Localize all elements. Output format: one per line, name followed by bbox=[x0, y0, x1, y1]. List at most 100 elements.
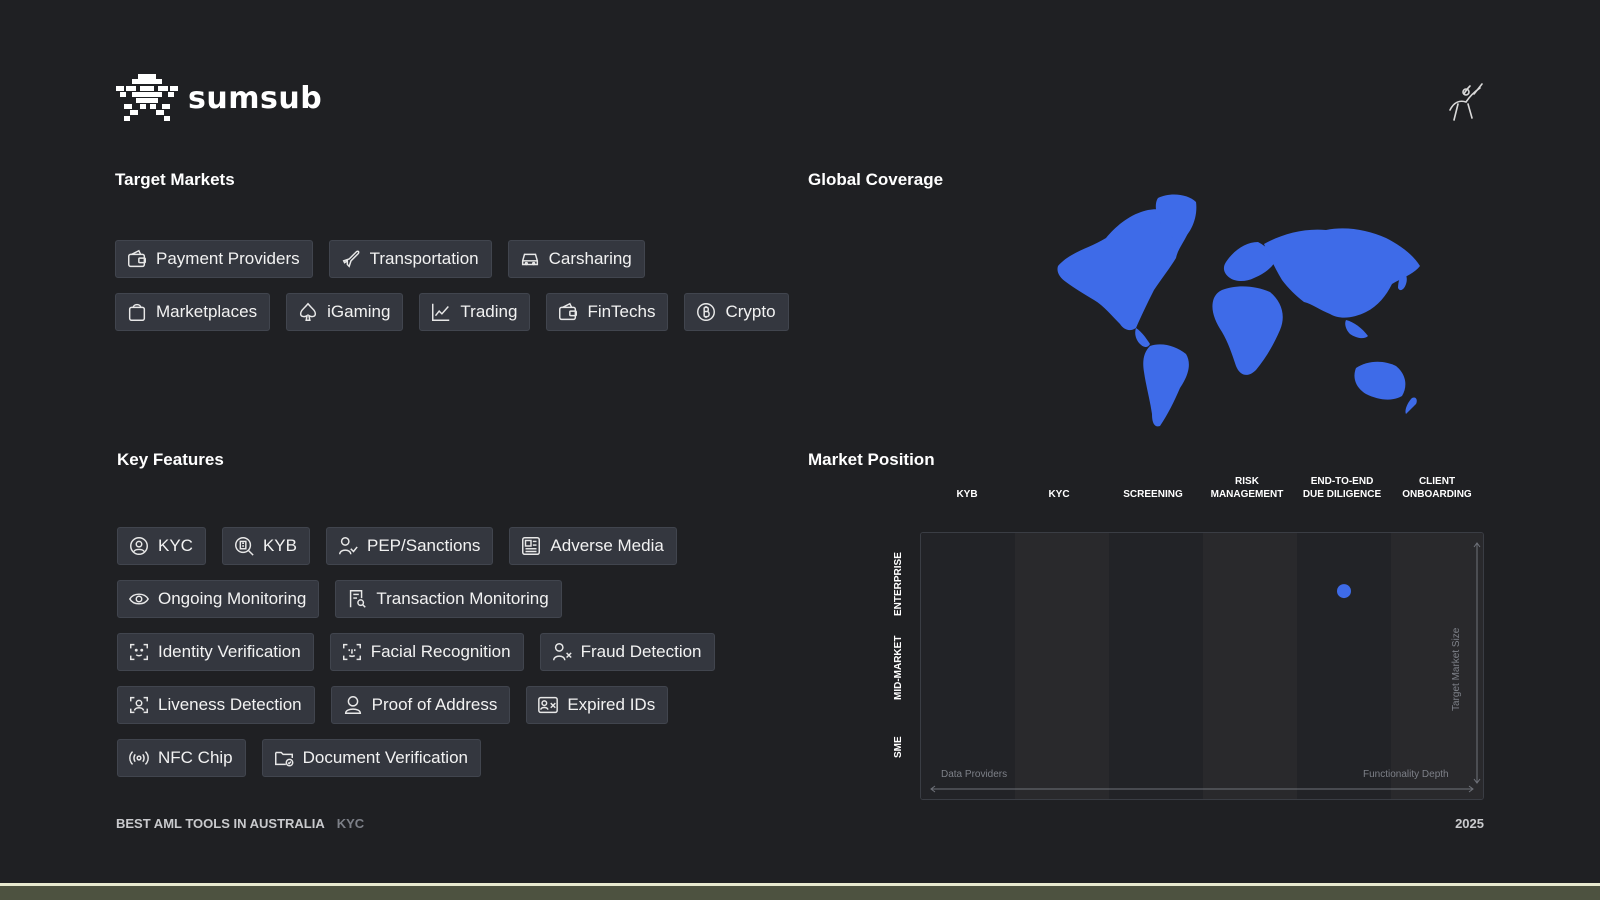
column-header-line: CLIENT bbox=[1418, 476, 1456, 487]
market-chip-igaming[interactable]: iGaming bbox=[286, 293, 404, 331]
receipt-search-icon bbox=[346, 588, 368, 610]
column-header-line: DUE DILIGENCE bbox=[1302, 489, 1382, 500]
chip-label: Identity Verification bbox=[158, 642, 301, 661]
chip-label: Payment Providers bbox=[156, 249, 300, 268]
feature-chip-identity-verification[interactable]: Identity Verification bbox=[117, 633, 314, 671]
wallet-icon bbox=[126, 248, 148, 270]
chip-label: Carsharing bbox=[548, 249, 632, 268]
eye-icon bbox=[128, 588, 150, 610]
chip-label: Facial Recognition bbox=[370, 642, 511, 661]
chip-label: Adverse Media bbox=[550, 536, 664, 555]
chip-label: KYC bbox=[158, 536, 193, 555]
features-row-5: NFC Chip Document Verification bbox=[117, 739, 481, 777]
feature-chip-expired-ids[interactable]: Expired IDs bbox=[526, 686, 669, 724]
feature-chip-fraud-detection[interactable]: Fraud Detection bbox=[539, 633, 715, 671]
sumsub-pixel-logo-icon bbox=[116, 74, 178, 121]
bitcoin-icon bbox=[695, 301, 717, 323]
key-features-title: Key Features bbox=[117, 450, 224, 469]
brand-logo[interactable]: sumsub bbox=[116, 74, 322, 122]
column-header-end-to-end: END-TO-END DUE DILIGENCE bbox=[1294, 475, 1390, 501]
features-row-2: Ongoing Monitoring Transaction Monitorin… bbox=[117, 580, 562, 618]
new-zealand bbox=[1405, 397, 1417, 414]
market-chip-crypto[interactable]: Crypto bbox=[684, 293, 789, 331]
brand-name: sumsub bbox=[188, 80, 323, 116]
chip-label: NFC Chip bbox=[158, 748, 233, 767]
face-id-icon bbox=[341, 641, 363, 663]
user-circle-icon bbox=[128, 535, 150, 557]
column-header-line: MANAGEMENT bbox=[1210, 489, 1284, 500]
feature-chip-proof-of-address[interactable]: Proof of Address bbox=[330, 686, 511, 724]
footer-title-text: BEST AML TOOLS IN AUSTRALIA bbox=[116, 816, 325, 831]
chip-label: KYB bbox=[262, 536, 297, 555]
chip-label: Liveness Detection bbox=[158, 695, 302, 714]
column-header-client-onboarding: CLIENT ONBOARDING bbox=[1390, 475, 1484, 501]
column-header-line: KYC bbox=[1048, 489, 1070, 500]
market-chip-fintechs[interactable]: FinTechs bbox=[546, 293, 669, 331]
chip-label: Transaction Monitoring bbox=[376, 589, 549, 608]
shopping-bag-icon bbox=[126, 301, 148, 323]
row-label-mid-market: MID-MARKET bbox=[893, 635, 904, 700]
feature-chip-kyc[interactable]: KYC bbox=[117, 527, 206, 565]
market-chip-trading[interactable]: Trading bbox=[419, 293, 531, 331]
footer-year: 2025 bbox=[1455, 816, 1484, 831]
target-markets-row-1: Payment Providers Transportation Carshar… bbox=[115, 240, 645, 278]
column-header-line: SCREENING bbox=[1123, 489, 1183, 500]
chip-label: PEP/Sanctions bbox=[367, 536, 481, 555]
column-header-line: ONBOARDING bbox=[1402, 489, 1472, 500]
chart-marker-layer bbox=[1337, 584, 1351, 599]
central-america bbox=[1135, 328, 1150, 347]
feature-chip-adverse-media[interactable]: Adverse Media bbox=[509, 527, 677, 565]
nfc-icon bbox=[128, 747, 150, 769]
folder-check-icon bbox=[273, 747, 295, 769]
row-label-enterprise: ENTERPRISE bbox=[893, 552, 904, 616]
features-row-3: Identity Verification Facial Recognition… bbox=[117, 633, 715, 671]
chip-label: Trading bbox=[460, 302, 518, 321]
chip-label: Document Verification bbox=[302, 748, 468, 767]
se-asia bbox=[1345, 320, 1368, 339]
column-header-risk-management: RISK MANAGEMENT bbox=[1200, 475, 1294, 501]
chip-label: Marketplaces bbox=[156, 302, 258, 321]
user-pin-icon bbox=[342, 694, 364, 716]
column-header-kyc: KYC bbox=[1012, 488, 1106, 501]
feature-chip-nfc-chip[interactable]: NFC Chip bbox=[117, 739, 246, 777]
newspaper-icon bbox=[520, 535, 542, 557]
feature-chip-ongoing-monitoring[interactable]: Ongoing Monitoring bbox=[117, 580, 320, 618]
target-markets-row-2: Marketplaces iGaming Trading FinTechs Cr… bbox=[115, 293, 789, 331]
world-map bbox=[1057, 194, 1420, 427]
chart-line-icon bbox=[430, 301, 452, 323]
market-chip-payment-providers[interactable]: Payment Providers bbox=[115, 240, 313, 278]
feature-chip-pep-sanctions[interactable]: PEP/Sanctions bbox=[326, 527, 494, 565]
market-chip-marketplaces[interactable]: Marketplaces bbox=[115, 293, 271, 331]
africa bbox=[1212, 286, 1283, 375]
chip-label: Transportation bbox=[369, 249, 479, 268]
footer-tag: KYC bbox=[336, 816, 365, 831]
chip-label: FinTechs bbox=[587, 302, 656, 321]
building-search-icon bbox=[233, 535, 255, 557]
user-x-icon bbox=[551, 641, 573, 663]
column-header-screening: SCREENING bbox=[1106, 488, 1200, 501]
id-card-x-icon bbox=[537, 694, 559, 716]
face-frame-icon bbox=[128, 694, 150, 716]
market-chip-transportation[interactable]: Transportation bbox=[328, 240, 492, 278]
market-chip-carsharing[interactable]: Carsharing bbox=[507, 240, 645, 278]
chip-label: Proof of Address bbox=[371, 695, 498, 714]
feature-chip-facial-recognition[interactable]: Facial Recognition bbox=[329, 633, 524, 671]
spade-icon bbox=[297, 301, 319, 323]
feature-chip-document-verification[interactable]: Document Verification bbox=[261, 739, 481, 777]
feature-chip-transaction-monitoring[interactable]: Transaction Monitoring bbox=[335, 580, 562, 618]
chip-label: iGaming bbox=[327, 302, 391, 321]
face-scan-icon bbox=[128, 641, 150, 663]
chip-label: Crypto bbox=[725, 302, 776, 321]
asia bbox=[1264, 228, 1420, 318]
column-header-line: END-TO-END bbox=[1310, 476, 1374, 487]
user-check-icon bbox=[337, 535, 359, 557]
feature-chip-liveness-detection[interactable]: Liveness Detection bbox=[117, 686, 315, 724]
feature-chip-kyb[interactable]: KYB bbox=[221, 527, 310, 565]
chip-label: Expired IDs bbox=[567, 695, 656, 714]
plane-icon bbox=[340, 248, 362, 270]
chip-label: Fraud Detection bbox=[580, 642, 702, 661]
footer-title: BEST AML TOOLS IN AUSTRALIA KYC bbox=[116, 816, 364, 831]
rider-emblem-icon bbox=[1449, 83, 1483, 121]
chart-grid: Data Providers Functionality Depth Targe… bbox=[920, 532, 1484, 800]
column-header-line: KYB bbox=[956, 489, 978, 500]
